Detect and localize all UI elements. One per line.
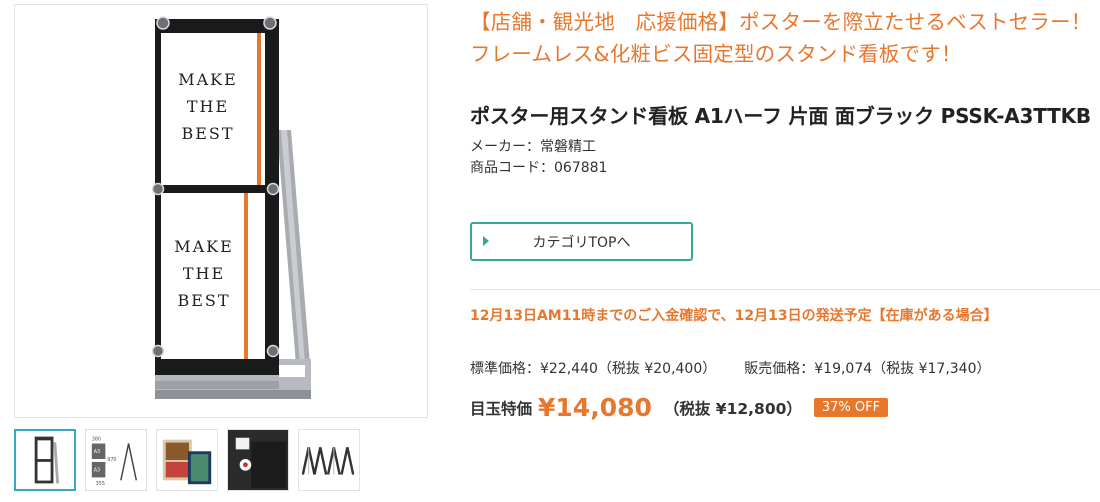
section-divider xyxy=(470,289,1100,290)
product-code-text: 商品コード：067881 xyxy=(470,160,608,176)
thumbnail-3[interactable] xyxy=(156,429,218,491)
sale-price: 販売価格：¥19,074（税抜 ¥17,340） xyxy=(744,361,991,377)
thumbnail-1[interactable] xyxy=(14,429,76,491)
discount-badge: 37% OFF xyxy=(813,398,889,417)
poster-text-top-3: BEST xyxy=(181,124,234,143)
thumb-dim-top: 380 xyxy=(92,437,101,443)
product-meta: メーカー：常磐精工 商品コード：067881 xyxy=(470,137,607,179)
thumb-dim-side: 970 xyxy=(107,457,116,463)
catch-copy-line-2: フレームレス&化粧ビス固定型のスタンド看板です！ xyxy=(470,42,962,66)
thumb-size-a: A3 xyxy=(94,449,100,455)
poster-text-bottom-3: BEST xyxy=(177,291,230,310)
poster-text-top-1: MAKE xyxy=(178,70,238,89)
shipping-notice: 12月13日AM11時までのご入金確認で、12月13日の発送予定【在庫がある場合… xyxy=(470,308,998,324)
catch-copy: 【店舗・観光地 応援価格】ポスターを際立たせるベストセラー！ フレームレス&化粧… xyxy=(470,6,1100,70)
price-list: 標準価格：¥22,440（税抜 ¥20,400） 販売価格：¥19,074（税抜… xyxy=(470,358,991,378)
chevron-right-icon xyxy=(483,236,489,246)
main-product-image: MAKE THE BEST MAKE THE BEST xyxy=(14,4,428,418)
special-price-value: ¥14,080 xyxy=(538,393,652,422)
poster-text-top-2: THE xyxy=(187,97,229,116)
special-price-tax: （税抜 ¥12,800） xyxy=(663,399,802,418)
thumb-size-b: A3 xyxy=(94,468,100,474)
thumbnail-4[interactable] xyxy=(227,429,289,491)
thumbnail-2[interactable]: 380 A3 A3 970 355 xyxy=(85,429,147,491)
standard-price: 標準価格：¥22,440（税抜 ¥20,400） xyxy=(470,361,717,377)
category-top-button[interactable]: カテゴリTOPへ xyxy=(470,222,693,261)
category-top-button-label: カテゴリTOPへ xyxy=(532,234,631,251)
product-title: ポスター用スタンド看板 A1ハーフ 片面 面ブラック PSSK-A3TTKB xyxy=(470,104,1091,128)
thumbnail-5[interactable] xyxy=(298,429,360,491)
maker-text: メーカー：常磐精工 xyxy=(470,139,596,155)
thumb-dim-bottom: 355 xyxy=(96,481,105,487)
catch-copy-line-1: 【店舗・観光地 応援価格】ポスターを際立たせるベストセラー！ xyxy=(470,10,1092,34)
poster-text-bottom-2: THE xyxy=(183,264,225,283)
poster-text-bottom-1: MAKE xyxy=(174,237,234,256)
special-price-label: 目玉特価 xyxy=(470,399,533,418)
thumbnail-strip: 380 A3 A3 970 355 xyxy=(14,429,360,491)
special-price-row: 目玉特価 ¥14,080 （税抜 ¥12,800） 37% OFF xyxy=(470,393,889,422)
